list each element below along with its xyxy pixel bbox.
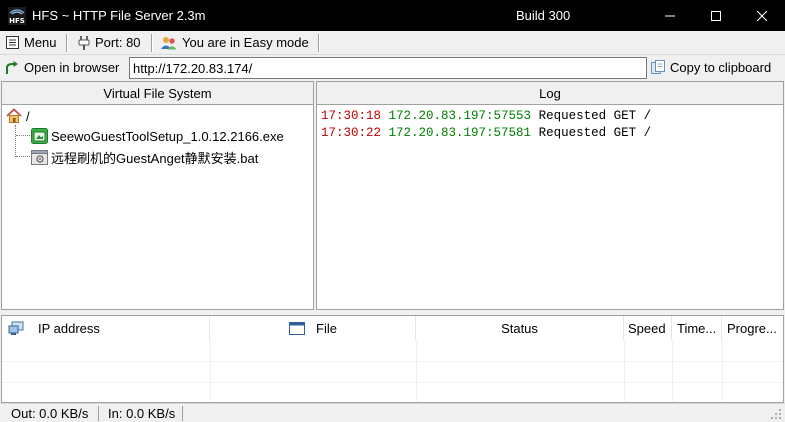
toolbar-separator	[318, 34, 320, 52]
menu-button[interactable]: Menu	[6, 31, 57, 54]
copy-to-clipboard-button[interactable]: Copy to clipboard	[651, 56, 771, 79]
resize-grip-icon	[771, 408, 781, 419]
in-speed: In: 0.0 KB/s	[108, 404, 175, 422]
copy-to-clipboard-label: Copy to clipboard	[670, 60, 772, 75]
column-ip-address[interactable]: IP address	[2, 316, 210, 341]
column-time[interactable]: Time...	[672, 316, 722, 341]
main-toolbar: Menu Port: 80 You are in Easy mode	[0, 31, 785, 55]
minimize-button[interactable]	[647, 0, 693, 31]
column-label: File	[316, 321, 337, 336]
open-arrow-icon	[6, 60, 18, 74]
status-separator	[98, 406, 99, 421]
network-computer-icon	[8, 321, 24, 335]
window-title: HFS ~ HTTP File Server 2.3m	[32, 8, 206, 23]
vfs-file-item[interactable]: SeewoGuestToolSetup_1.0.12.2166.exe	[31, 127, 284, 145]
log-panel-header: Log	[316, 81, 784, 104]
menu-icon	[6, 36, 19, 49]
column-status[interactable]: Status	[416, 316, 624, 341]
maximize-icon	[711, 10, 721, 21]
column-label: Status	[501, 321, 538, 336]
log-message: Requested GET /	[538, 109, 652, 123]
grid-line	[416, 341, 417, 402]
connections-list[interactable]: IP address File Status Speed Time... Pro…	[1, 315, 784, 403]
hfs-app-icon[interactable]: HFS	[8, 6, 26, 25]
vfs-panel-header: Virtual File System	[1, 81, 314, 104]
tree-connector	[16, 156, 30, 157]
column-file[interactable]: File	[210, 316, 416, 341]
log-time: 17:30:18	[321, 109, 382, 123]
column-label: Time...	[677, 321, 717, 336]
users-icon	[161, 36, 177, 49]
grid-line	[624, 341, 625, 402]
address-toolbar: Open in browser Copy to clipboard	[0, 55, 785, 82]
port-button[interactable]: Port: 80	[78, 31, 141, 54]
close-icon	[757, 10, 767, 21]
log-header-label: Log	[539, 85, 561, 101]
grid-line	[2, 382, 783, 383]
status-separator	[182, 406, 183, 421]
vfs-tree[interactable]: / SeewoGuestToolSetup_1.0.12.2166.exe 远程…	[1, 104, 314, 310]
home-folder-icon	[6, 108, 22, 123]
mode-button[interactable]: You are in Easy mode	[161, 31, 309, 54]
column-label: Progre...	[727, 321, 777, 336]
bat-file-icon	[31, 149, 48, 165]
column-label: IP address	[38, 321, 100, 336]
log-entry: 17:30:22 172.20.83.197:57581 Requested G…	[321, 126, 651, 140]
open-in-browser-button[interactable]: Open in browser	[5, 56, 119, 79]
file-window-icon	[289, 322, 305, 335]
grid-line	[210, 341, 211, 402]
vfs-file-name: SeewoGuestToolSetup_1.0.12.2166.exe	[51, 128, 284, 144]
status-bar: Out: 0.0 KB/s In: 0.0 KB/s	[0, 403, 785, 422]
in-speed-label: In: 0.0 KB/s	[108, 406, 176, 421]
log-panel[interactable]: 17:30:18 172.20.83.197:57553 Requested G…	[316, 104, 784, 310]
log-message: Requested GET /	[538, 126, 652, 140]
resize-grip[interactable]	[770, 404, 782, 422]
exe-file-icon	[31, 128, 48, 144]
tree-connector	[15, 125, 16, 157]
title-bar: HFS HFS ~ HTTP File Server 2.3m Build 30…	[0, 0, 785, 31]
grid-line	[672, 341, 673, 402]
close-button[interactable]	[739, 0, 785, 31]
clipboard-icon	[651, 60, 665, 74]
menu-label: Menu	[24, 35, 57, 50]
column-label: Speed	[628, 321, 666, 336]
vfs-root-item[interactable]: /	[6, 107, 30, 125]
minimize-icon	[665, 15, 675, 16]
vfs-root-label: /	[26, 108, 30, 124]
vfs-file-item[interactable]: 远程刷机的GuestAnget静默安装.bat	[31, 148, 258, 166]
log-time: 17:30:22	[321, 126, 382, 140]
column-speed[interactable]: Speed	[624, 316, 672, 341]
maximize-button[interactable]	[693, 0, 739, 31]
out-speed: Out: 0.0 KB/s	[11, 404, 88, 422]
grid-line	[722, 341, 723, 402]
tree-connector	[16, 135, 30, 136]
svg-text:HFS: HFS	[9, 17, 25, 25]
out-speed-label: Out: 0.0 KB/s	[11, 406, 89, 421]
log-entry: 17:30:18 172.20.83.197:57553 Requested G…	[321, 109, 651, 123]
plug-icon	[78, 36, 90, 50]
vfs-header-label: Virtual File System	[103, 85, 212, 101]
column-progress[interactable]: Progre...	[722, 316, 783, 341]
grid-line	[2, 361, 783, 362]
build-label: Build 300	[516, 8, 571, 23]
log-address: 172.20.83.197:57553	[388, 109, 532, 123]
mode-label: You are in Easy mode	[182, 35, 309, 50]
connections-header: IP address File Status Speed Time... Pro…	[2, 316, 783, 341]
url-field[interactable]	[129, 57, 647, 79]
vfs-file-name: 远程刷机的GuestAnget静默安装.bat	[51, 150, 259, 166]
open-in-browser-label: Open in browser	[24, 60, 120, 75]
toolbar-separator	[151, 34, 153, 52]
log-address: 172.20.83.197:57581	[388, 126, 532, 140]
toolbar-separator	[66, 34, 68, 52]
port-label: Port: 80	[95, 35, 141, 50]
